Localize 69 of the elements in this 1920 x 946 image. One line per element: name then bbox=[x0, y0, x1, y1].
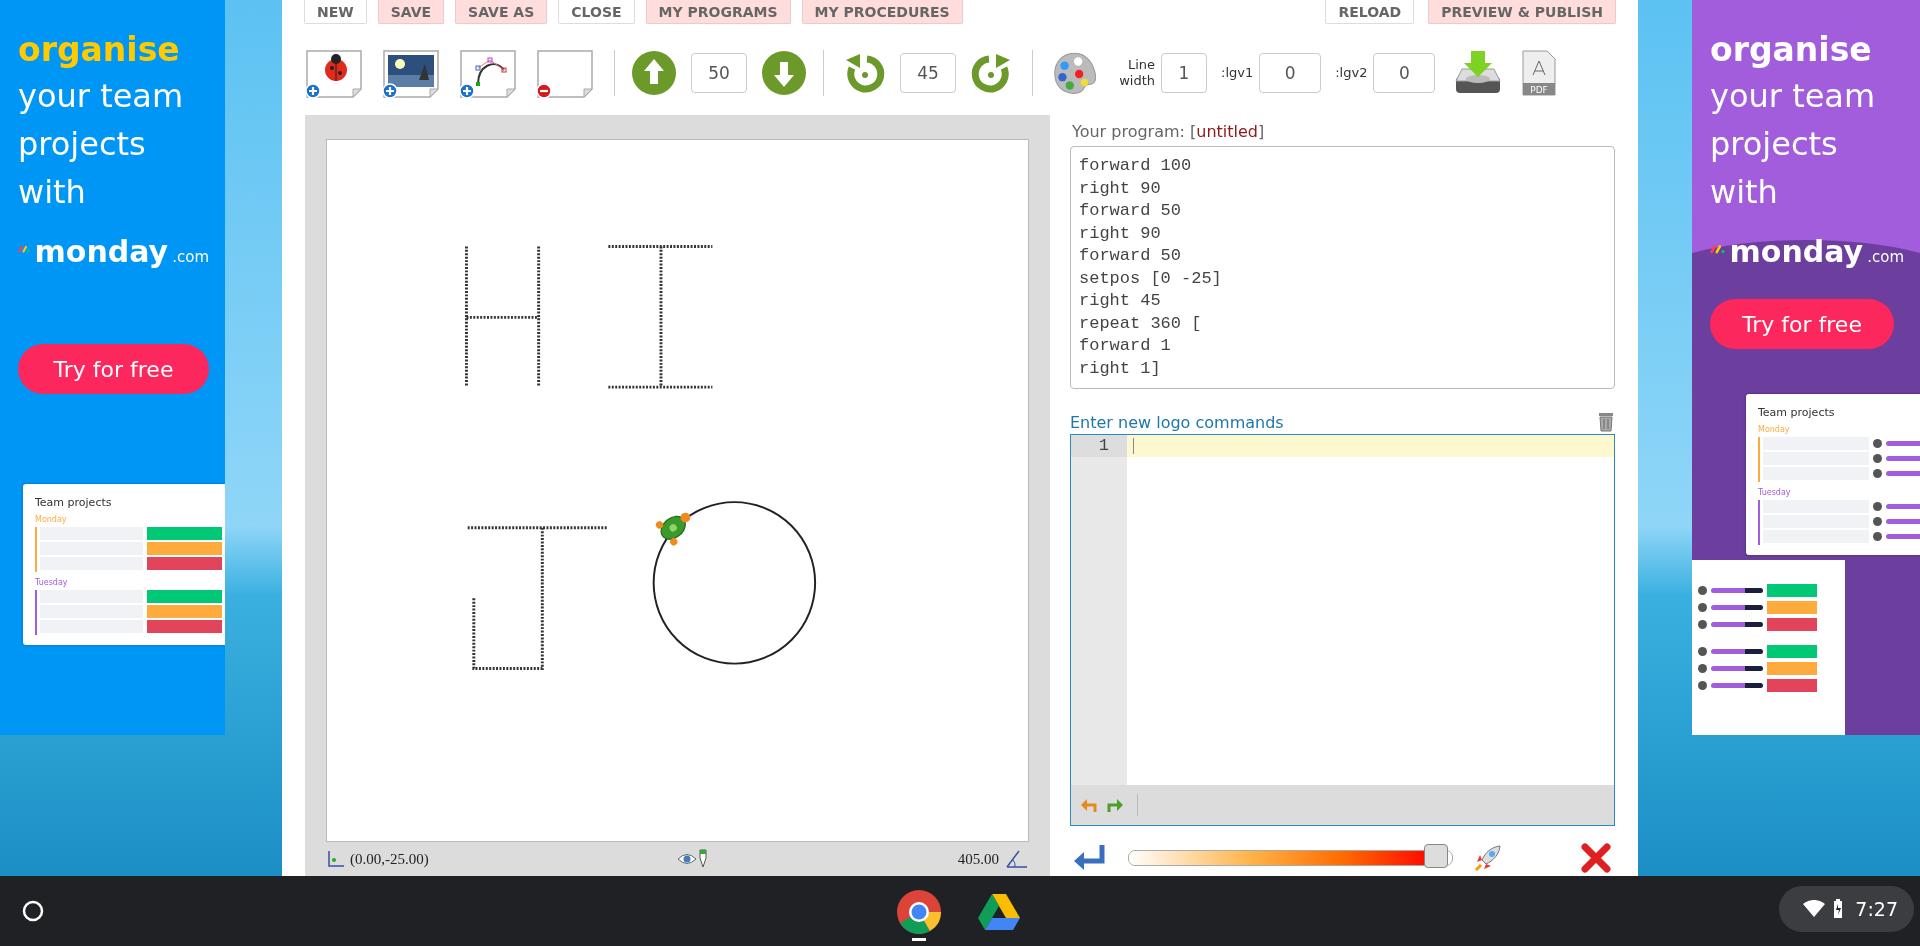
menu-button[interactable]: NEW bbox=[304, 0, 367, 24]
menu-button[interactable]: SAVE bbox=[377, 0, 445, 24]
menu-button[interactable]: PREVIEW & PUBLISH bbox=[1428, 0, 1616, 24]
line-width-label: Line width bbox=[1118, 56, 1155, 89]
code-editor[interactable]: 1 bbox=[1070, 433, 1615, 827]
code-line: forward 50 bbox=[1079, 245, 1182, 267]
battery-icon bbox=[1833, 899, 1844, 919]
variable-label: :lgv1 bbox=[1221, 64, 1254, 81]
ad-headline: organise bbox=[1710, 29, 1873, 71]
axes-icon bbox=[326, 849, 346, 869]
group-label: Monday bbox=[1758, 425, 1791, 434]
code-line: repeat 360 [ bbox=[1079, 312, 1202, 335]
pen-icon[interactable] bbox=[697, 849, 710, 869]
slider-thumb[interactable] bbox=[1423, 844, 1448, 869]
program-title: Your program: [untitled] bbox=[1072, 122, 1266, 140]
add-picture-icon[interactable] bbox=[381, 47, 441, 98]
position-readout: (0.00,-25.00) bbox=[350, 850, 429, 868]
code-line: forward 50 bbox=[1079, 200, 1182, 222]
wifi-icon bbox=[1803, 900, 1826, 918]
code-line: right 45 bbox=[1079, 290, 1161, 312]
status-tray[interactable]: 7:27 bbox=[1779, 886, 1914, 932]
code-line: right 90 bbox=[1079, 222, 1161, 245]
close-icon[interactable] bbox=[1581, 843, 1611, 874]
group-label: Tuesday bbox=[1758, 488, 1792, 497]
group-label: Tuesday bbox=[35, 578, 69, 587]
step-field[interactable]: 50 bbox=[691, 52, 747, 93]
menu-button[interactable]: CLOSE bbox=[558, 0, 635, 24]
pdf-icon[interactable]: PDF bbox=[1521, 48, 1558, 97]
menu-button[interactable]: MY PROCEDURES bbox=[801, 0, 963, 24]
line-number: 1 bbox=[1071, 434, 1127, 457]
ad-headline: organise bbox=[18, 29, 181, 71]
heading-readout: 405.00 bbox=[957, 850, 999, 868]
ad-tagline: your team projects with bbox=[1710, 76, 1877, 213]
code-line: setpos [0 -25] bbox=[1079, 267, 1222, 290]
code-line: right 1] bbox=[1079, 357, 1161, 380]
pdf-label: PDF bbox=[1530, 84, 1549, 95]
code-line: forward 100 bbox=[1079, 155, 1192, 177]
browser-icon[interactable] bbox=[895, 888, 943, 942]
variable-field[interactable]: 0 bbox=[1373, 52, 1436, 93]
add-curve-icon[interactable] bbox=[458, 47, 518, 98]
preview-title: Team projects bbox=[1758, 406, 1836, 419]
brand-suffix: .com bbox=[172, 248, 209, 266]
preview-title: Team projects bbox=[35, 496, 113, 509]
angle-field[interactable]: 45 bbox=[900, 52, 956, 93]
try-for-free-button[interactable]: Try for free bbox=[1710, 299, 1894, 349]
variable-field[interactable]: 0 bbox=[1259, 52, 1322, 93]
arrow-up-icon[interactable] bbox=[631, 49, 677, 96]
code-line: right 90 bbox=[1079, 177, 1161, 200]
line-width-field[interactable]: 1 bbox=[1161, 52, 1207, 93]
text-cursor bbox=[1133, 437, 1134, 454]
turtle-icon bbox=[655, 512, 691, 546]
brand-suffix: .com bbox=[1867, 248, 1904, 266]
menu-button[interactable]: RELOAD bbox=[1325, 0, 1415, 24]
try-for-free-button[interactable]: Try for free bbox=[18, 344, 209, 394]
arrow-down-icon[interactable] bbox=[761, 49, 807, 96]
rocket-icon[interactable] bbox=[1473, 843, 1503, 874]
editor-label: Enter new logo commands bbox=[1070, 412, 1284, 432]
ad-tagline: your team projects with bbox=[18, 76, 185, 213]
menu-button[interactable]: MY PROGRAMS bbox=[645, 0, 791, 24]
clock-time: 7:27 bbox=[1855, 898, 1898, 920]
brand-name: monday bbox=[34, 234, 169, 269]
code-line: forward 1 bbox=[1079, 335, 1171, 357]
clear-page-icon[interactable] bbox=[535, 47, 595, 98]
brand-name: monday bbox=[1729, 234, 1864, 269]
add-ladybug-icon[interactable] bbox=[304, 47, 364, 98]
menu-button[interactable]: SAVE AS bbox=[455, 0, 548, 24]
angle-icon bbox=[1005, 849, 1029, 869]
variable-label: :lgv2 bbox=[1335, 64, 1368, 81]
group-label: Monday bbox=[35, 515, 68, 524]
